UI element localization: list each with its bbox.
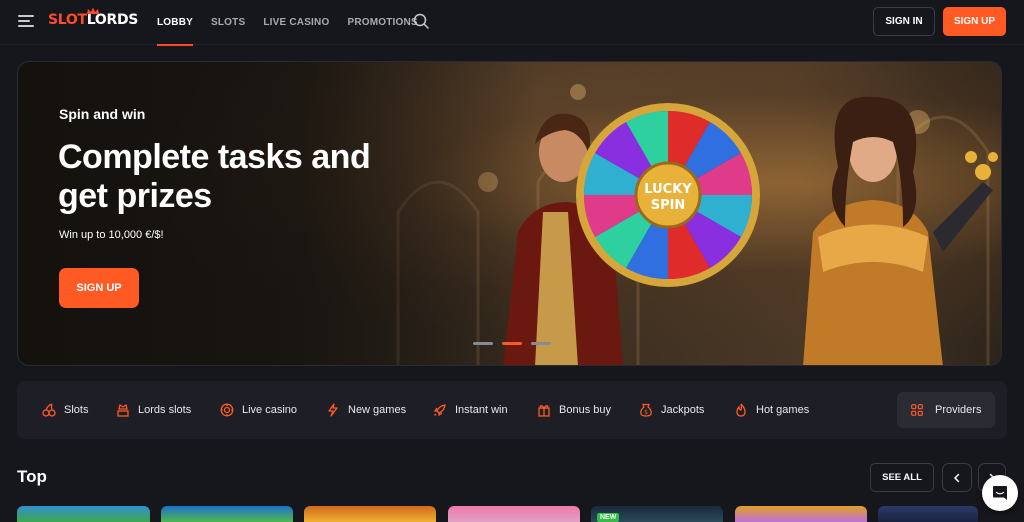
category-hot-games[interactable]: Hot games <box>734 402 809 418</box>
flame-icon <box>736 403 746 417</box>
category-label: Hot games <box>756 404 810 416</box>
category-label: Slots <box>64 404 89 416</box>
svg-text:$: $ <box>644 409 648 416</box>
sign-up-button[interactable]: SIGN UP <box>943 7 1006 36</box>
site-logo[interactable]: SLOTLORDS <box>48 7 138 32</box>
category-live-casino[interactable]: Live casino <box>220 402 297 418</box>
category-jackpots[interactable]: $ Jackpots <box>639 402 704 418</box>
section-title-top: Top <box>17 467 47 486</box>
category-bar: Slots Lords slots Live casino New games … <box>17 381 1007 439</box>
category-label: Lords slots <box>138 404 192 416</box>
nav-lobby[interactable]: LOBBY <box>157 0 193 46</box>
lucky-spin-wheel: LUCKY SPIN <box>576 103 760 287</box>
carousel-prev-button[interactable] <box>942 463 972 492</box>
category-slots[interactable]: Slots <box>42 402 88 418</box>
nav-live-casino[interactable]: LIVE CASINO <box>263 0 329 45</box>
wheel-center-label: LUCKY <box>644 182 692 197</box>
grid-icon <box>911 404 923 416</box>
search-icon[interactable] <box>413 13 429 29</box>
carousel-dot-3[interactable] <box>531 342 551 345</box>
category-bonus-buy[interactable]: Bonus buy <box>537 402 611 418</box>
main-nav: LOBBY SLOTS LIVE CASINO PROMOTIONS <box>157 0 436 46</box>
hero-title: Complete tasks and get prizes <box>58 138 371 215</box>
category-label: New games <box>348 404 407 416</box>
money-bag-icon: $ <box>640 403 652 417</box>
chat-bubble-icon <box>993 486 1007 500</box>
category-label: Jackpots <box>661 404 705 416</box>
crown-podium-icon <box>117 403 129 417</box>
game-card-5[interactable]: NEW <box>591 506 723 522</box>
chat-support-button[interactable] <box>982 475 1018 511</box>
category-new-games[interactable]: New games <box>326 402 406 418</box>
carousel-dots <box>473 342 560 345</box>
lucky-spin-illustration: LUCKY SPIN <box>503 96 998 365</box>
hero-woman-figure <box>803 96 998 365</box>
hero-subtitle: Win up to 10,000 €/$! <box>59 229 164 241</box>
svg-text:SPIN: SPIN <box>651 198 686 213</box>
hero-banner[interactable]: LUCKY SPIN Spin and win Complete tasks a… <box>17 61 1002 366</box>
logo-slot-text: SLOT <box>48 12 87 28</box>
chevron-left-icon <box>953 473 960 482</box>
lightning-icon <box>328 403 338 417</box>
game-card-7[interactable] <box>878 506 978 522</box>
game-card-4[interactable] <box>448 506 580 522</box>
hamburger-menu-icon[interactable] <box>18 14 34 28</box>
providers-button[interactable]: Providers <box>897 392 995 428</box>
game-card-1[interactable] <box>17 506 150 522</box>
category-label: Instant win <box>455 404 508 416</box>
nav-slots[interactable]: SLOTS <box>211 0 245 45</box>
logo-crown-icon <box>87 7 99 14</box>
game-card-2[interactable] <box>161 506 293 522</box>
category-instant-win[interactable]: Instant win <box>433 402 508 418</box>
nav-promotions[interactable]: PROMOTIONS <box>347 0 417 45</box>
category-label: Bonus buy <box>559 404 611 416</box>
rocket-icon <box>433 404 446 417</box>
gift-icon <box>538 405 550 417</box>
game-card-6[interactable] <box>735 506 867 522</box>
hero-eyebrow: Spin and win <box>59 106 146 122</box>
providers-label: Providers <box>935 404 982 416</box>
hero-sign-up-button[interactable]: SIGN UP <box>59 268 139 308</box>
chip-icon <box>220 403 234 417</box>
new-badge: NEW <box>597 513 620 522</box>
carousel-dot-2[interactable] <box>502 342 522 345</box>
carousel-dot-1[interactable] <box>473 342 493 345</box>
top-header: SLOTLORDS LOBBY SLOTS LIVE CASINO PROMOT… <box>0 0 1024 46</box>
cherries-icon <box>42 403 56 417</box>
see-all-button[interactable]: SEE ALL <box>870 463 934 492</box>
game-card-3[interactable] <box>304 506 436 522</box>
category-label: Live casino <box>242 404 298 416</box>
sign-in-button[interactable]: SIGN IN <box>873 7 935 36</box>
category-lords-slots[interactable]: Lords slots <box>116 402 191 418</box>
